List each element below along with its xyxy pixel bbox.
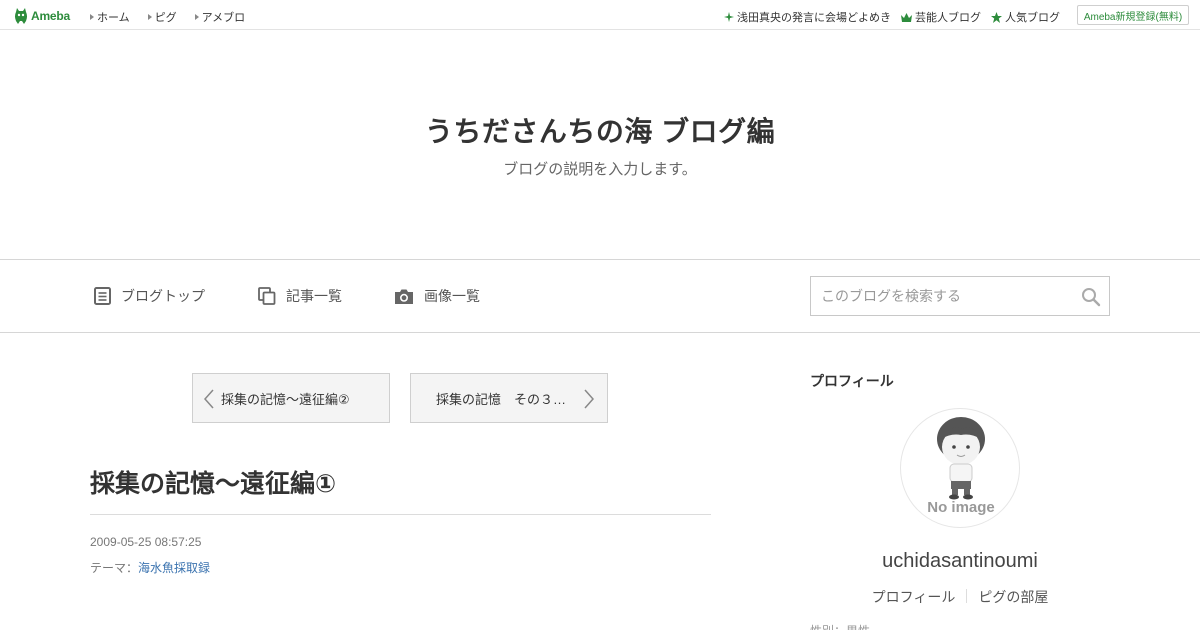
blog-search <box>810 276 1110 316</box>
global-nav-label: ホーム <box>97 12 130 24</box>
global-nav-home[interactable]: ホーム <box>90 9 130 25</box>
logo-text: Ameba <box>31 9 71 23</box>
profile-username[interactable]: uchidasantinoumi <box>810 550 1110 573</box>
global-nav-pigg[interactable]: ピグ <box>147 9 177 25</box>
profile-link[interactable]: プロフィール <box>872 587 956 607</box>
ameba-mascot-icon <box>14 8 28 24</box>
avatar-placeholder-text: No image <box>927 499 995 516</box>
profile-heading: プロフィール <box>810 373 894 389</box>
topbar-link-label: 人気ブログ <box>1005 12 1060 24</box>
global-topbar: Ameba ホーム ピグ アメブロ 浅田真央の発言に会場どよめき 芸能人ブログ … <box>0 0 1200 30</box>
next-article-label: 採集の記憶 その３… <box>436 391 567 407</box>
profile-gender: 性別：男性 <box>810 622 870 630</box>
profile-links: プロフィール ピグの部屋 <box>810 587 1110 607</box>
register-button[interactable]: Ameba新規登録(無料) <box>1077 5 1189 25</box>
global-nav: ホーム ピグ アメブロ <box>90 9 263 25</box>
divider <box>90 514 711 515</box>
article-title[interactable]: 採集の記憶～遠征編① <box>90 464 336 500</box>
topbar-link-news[interactable]: 浅田真央の発言に会場どよめき <box>724 9 891 25</box>
avatar[interactable]: No image <box>900 408 1020 528</box>
sparkle-icon <box>724 12 734 22</box>
nav-label: 記事一覧 <box>286 288 342 304</box>
next-article-button[interactable]: 採集の記憶 その３… <box>410 373 608 423</box>
nav-label: ブログトップ <box>121 288 205 304</box>
theme-label: テーマ： <box>90 561 139 575</box>
topbar-link-celebrity[interactable]: 芸能人ブログ <box>901 9 981 25</box>
divider <box>966 589 968 603</box>
nav-image-list[interactable]: 画像一覧 <box>394 286 480 306</box>
search-input[interactable] <box>811 277 1061 315</box>
prev-article-label: 採集の記憶～遠征編② <box>221 391 350 407</box>
crown-icon <box>901 12 912 22</box>
chevron-right-icon <box>583 389 595 412</box>
topbar-link-popular[interactable]: 人気ブログ <box>991 9 1060 25</box>
copy-icon <box>258 287 276 305</box>
star-icon <box>991 11 1002 23</box>
triangle-right-icon <box>147 14 152 20</box>
nav-article-list[interactable]: 記事一覧 <box>258 286 342 306</box>
topbar-link-label: 浅田真央の発言に会場どよめき <box>737 12 891 24</box>
triangle-right-icon <box>90 14 94 20</box>
nav-blog-top[interactable]: ブログトップ <box>94 286 205 306</box>
global-nav-ameblo[interactable]: アメブロ <box>194 9 246 25</box>
document-icon <box>94 287 111 305</box>
pigg-room-link[interactable]: ピグの部屋 <box>978 587 1048 607</box>
global-nav-label: アメブロ <box>201 12 246 24</box>
nav-label: 画像一覧 <box>424 288 480 304</box>
search-icon[interactable] <box>1081 287 1101 312</box>
topbar-link-label: 芸能人ブログ <box>915 12 981 24</box>
chevron-left-icon <box>203 389 215 412</box>
article-theme: テーマ：海水魚採取録 <box>90 559 210 576</box>
triangle-right-icon <box>194 14 199 20</box>
blog-nav: ブログトップ 記事一覧 画像一覧 <box>0 259 1200 333</box>
blog-title[interactable]: うちださんちの海 ブログ編 <box>0 110 1200 150</box>
blog-description: ブログの説明を入力します。 <box>503 161 697 178</box>
camera-icon <box>394 288 414 305</box>
global-nav-label: ピグ <box>154 12 177 24</box>
prev-article-button[interactable]: 採集の記憶～遠征編② <box>192 373 390 423</box>
article-date: 2009-05-25 08:57:25 <box>90 535 202 549</box>
topbar-links: 浅田真央の発言に会場どよめき 芸能人ブログ 人気ブログ <box>714 9 1060 25</box>
ameba-logo[interactable]: Ameba <box>14 7 70 25</box>
theme-link[interactable]: 海水魚採取録 <box>138 561 210 575</box>
